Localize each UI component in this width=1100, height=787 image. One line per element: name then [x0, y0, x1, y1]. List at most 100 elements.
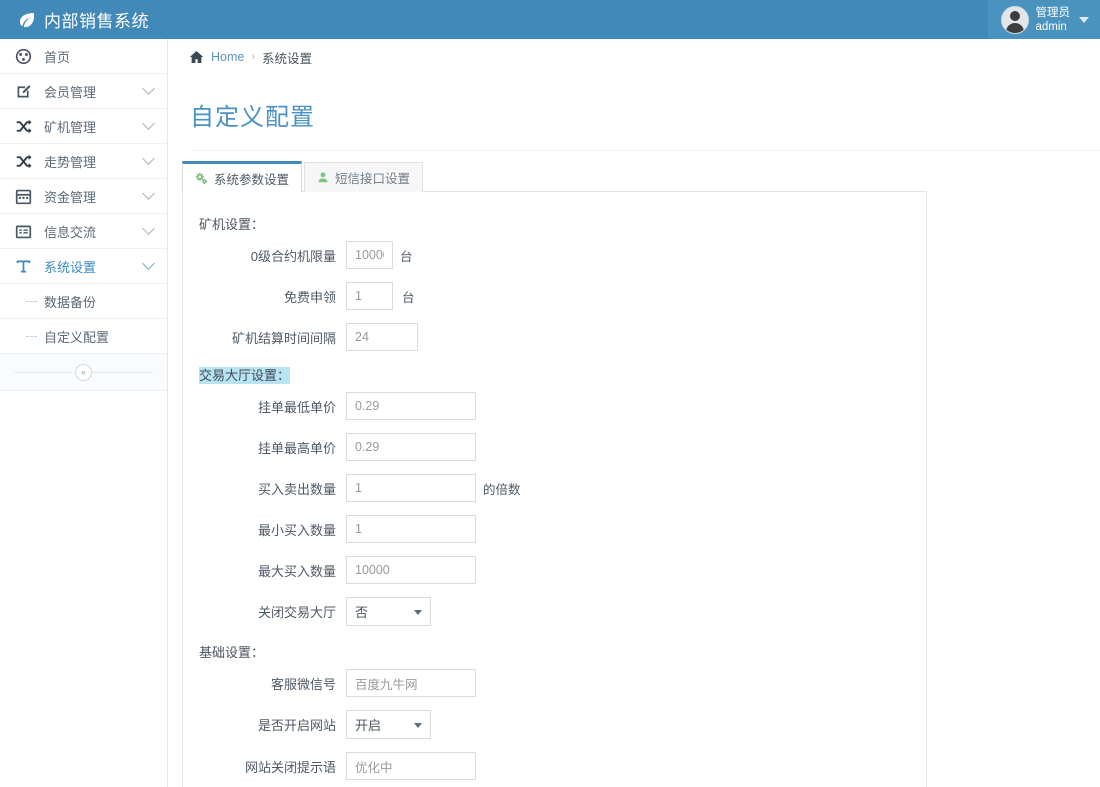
chevron-down-icon — [142, 152, 155, 165]
avatar — [1001, 6, 1029, 34]
sidebar: 首页 会员管理 矿机管理 走势管理 资 — [0, 39, 168, 787]
chevron-down-icon — [142, 257, 155, 270]
field-label: 挂单最高单价 — [183, 438, 346, 457]
field-row-free-claim: 免费申领 台 — [183, 282, 926, 310]
section-title-text: 基础设置： — [199, 645, 264, 660]
chevron-down-icon — [142, 222, 155, 235]
breadcrumb-current: 系统设置 — [262, 48, 312, 67]
section-title-miner: 矿机设置： — [183, 214, 926, 233]
sidebar-item-fund-management[interactable]: 资金管理 — [0, 179, 167, 214]
breadcrumb-home-link[interactable]: Home — [211, 50, 244, 64]
chevron-down-icon — [414, 723, 422, 728]
leaf-icon — [17, 10, 37, 30]
tab-system-parameters[interactable]: 系统参数设置 — [182, 161, 302, 192]
chevron-down-icon — [142, 82, 155, 95]
chevron-down-icon[interactable] — [1079, 17, 1089, 23]
sidebar-subitem-custom-config[interactable]: 自定义配置 — [0, 319, 167, 354]
page-title: 自定义配置 — [168, 75, 1100, 132]
select-value: 否 — [355, 602, 368, 621]
sidebar-subitem-label: 数据备份 — [44, 292, 96, 311]
breadcrumb: Home › 系统设置 — [168, 39, 1100, 75]
select-site-enabled[interactable]: 开启 — [346, 710, 431, 739]
input-min-order-price[interactable] — [346, 392, 476, 420]
field-label: 买入卖出数量 — [183, 479, 346, 498]
tab-panel-system-parameters: 矿机设置： 0级合约机限量 台 免费申领 台 矿机结算时间间隔 交易大厅设置： — [182, 191, 927, 787]
field-unit: 台 — [402, 287, 415, 306]
chevron-down-icon — [414, 610, 422, 615]
shuffle-icon — [15, 118, 35, 135]
app-root: 内部销售系统 管理员 admin 首页 会员管理 — [0, 0, 1100, 787]
input-buy-sell-multiple[interactable] — [346, 474, 476, 502]
dashboard-icon — [15, 48, 35, 65]
field-label: 挂单最低单价 — [183, 397, 346, 416]
list-window-icon — [15, 223, 35, 240]
sidebar-collapse-row: « — [0, 354, 167, 391]
field-row-settlement-interval: 矿机结算时间间隔 — [183, 323, 926, 351]
field-row-close-trading-hall: 关闭交易大厅 否 — [183, 597, 926, 626]
sidebar-item-label: 会员管理 — [44, 82, 144, 101]
breadcrumb-separator: › — [251, 51, 255, 63]
tab-label: 短信接口设置 — [335, 168, 410, 187]
title-divider — [190, 150, 1100, 151]
field-label: 0级合约机限量 — [183, 246, 346, 265]
field-row-max-buy-qty: 最大买入数量 — [183, 556, 926, 584]
field-label: 网站关闭提示语 — [183, 757, 346, 776]
user-info: 管理员 admin — [1036, 6, 1071, 34]
text-tool-icon — [15, 258, 35, 275]
field-row-site-enabled: 是否开启网站 开启 — [183, 710, 926, 739]
input-free-claim[interactable] — [346, 282, 393, 310]
section-title-trading-hall: 交易大厅设置： — [183, 365, 926, 384]
sidebar-item-information-exchange[interactable]: 信息交流 — [0, 214, 167, 249]
field-unit: 的倍数 — [483, 479, 521, 498]
sidebar-subitem-data-backup[interactable]: 数据备份 — [0, 284, 167, 319]
tab-bar: 系统参数设置 短信接口设置 — [182, 161, 1100, 192]
field-row-max-order-price: 挂单最高单价 — [183, 433, 926, 461]
tab-sms-interface[interactable]: 短信接口设置 — [304, 162, 423, 192]
sidebar-item-trend-management[interactable]: 走势管理 — [0, 144, 167, 179]
section-title-text: 矿机设置： — [199, 217, 264, 232]
shuffle-icon — [15, 153, 35, 170]
sidebar-item-label: 资金管理 — [44, 187, 144, 206]
input-min-buy-qty[interactable] — [346, 515, 476, 543]
field-label: 最小买入数量 — [183, 520, 346, 539]
select-close-trading-hall[interactable]: 否 — [346, 597, 431, 626]
sidebar-item-member-management[interactable]: 会员管理 — [0, 74, 167, 109]
sidebar-item-label: 走势管理 — [44, 152, 144, 171]
input-settlement-interval[interactable] — [346, 323, 418, 351]
sidebar-item-home[interactable]: 首页 — [0, 39, 167, 74]
brand-logo[interactable]: 内部销售系统 — [0, 7, 149, 32]
field-label: 免费申领 — [183, 287, 346, 306]
input-service-wechat[interactable] — [346, 669, 476, 697]
user-icon — [317, 171, 329, 184]
input-level0-contract-limit[interactable] — [346, 241, 393, 269]
chevron-down-icon — [142, 187, 155, 200]
gears-icon — [195, 172, 208, 185]
field-row-service-wechat: 客服微信号 — [183, 669, 926, 697]
user-name: admin — [1036, 20, 1071, 34]
calendar-icon — [15, 188, 35, 205]
sidebar-item-label: 矿机管理 — [44, 117, 144, 136]
edit-square-icon — [15, 83, 35, 100]
home-icon — [189, 50, 204, 64]
input-site-closed-message[interactable] — [346, 752, 476, 780]
sidebar-item-system-settings[interactable]: 系统设置 — [0, 249, 167, 284]
user-menu[interactable]: 管理员 admin — [988, 0, 1100, 39]
top-header-bar: 内部销售系统 管理员 admin — [0, 0, 1100, 39]
brand-title: 内部销售系统 — [44, 7, 149, 32]
field-row-level0-contract-limit: 0级合约机限量 台 — [183, 241, 926, 269]
sidebar-collapse-button[interactable]: « — [75, 364, 92, 381]
section-title-text: 交易大厅设置： — [199, 367, 290, 384]
sidebar-item-miner-management[interactable]: 矿机管理 — [0, 109, 167, 144]
field-row-min-order-price: 挂单最低单价 — [183, 392, 926, 420]
field-row-site-closed-message: 网站关闭提示语 — [183, 752, 926, 780]
input-max-order-price[interactable] — [346, 433, 476, 461]
sidebar-item-label: 首页 — [44, 47, 153, 66]
field-label: 关闭交易大厅 — [183, 602, 346, 621]
field-row-buy-sell-multiple: 买入卖出数量 的倍数 — [183, 474, 926, 502]
section-title-basic: 基础设置： — [183, 642, 926, 661]
input-max-buy-qty[interactable] — [346, 556, 476, 584]
field-label: 客服微信号 — [183, 674, 346, 693]
sidebar-subitem-label: 自定义配置 — [44, 327, 109, 346]
tab-label: 系统参数设置 — [214, 169, 289, 188]
sidebar-item-label: 系统设置 — [44, 257, 144, 276]
